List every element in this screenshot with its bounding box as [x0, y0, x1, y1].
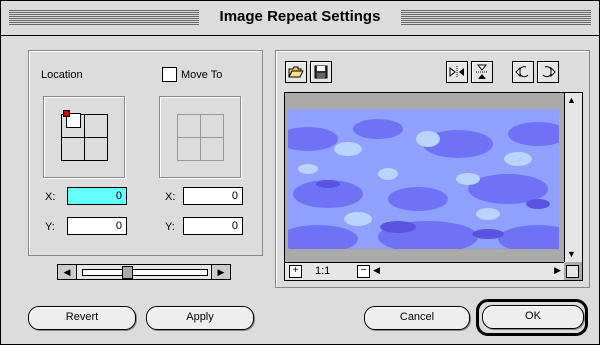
location-anchor-grid[interactable]: [43, 96, 125, 178]
location-x-label: X:: [45, 191, 56, 203]
slider-track[interactable]: [82, 269, 208, 276]
save-disk-icon: [314, 65, 328, 79]
flip-vertical-icon: [476, 64, 488, 79]
rotate-left-icon: [515, 66, 529, 78]
preview-horizontal-scrollbar[interactable]: + 1:1 − ◀ ▶: [285, 262, 564, 280]
location-y-input[interactable]: [67, 217, 127, 235]
location-label: Location: [41, 69, 83, 81]
window-title: Image Repeat Settings: [213, 8, 387, 25]
scroll-left-arrow-icon[interactable]: ◀: [373, 265, 380, 276]
save-button[interactable]: [310, 61, 332, 83]
folder-open-icon: [288, 66, 304, 78]
rotate-left-button[interactable]: [512, 61, 534, 83]
flip-horizontal-button[interactable]: [446, 61, 468, 83]
apply-button[interactable]: Apply: [146, 306, 254, 330]
move-to-x-input[interactable]: [183, 187, 243, 205]
slider-left-arrow-icon[interactable]: ◀: [58, 265, 77, 279]
title-bar[interactable]: Image Repeat Settings: [1, 1, 599, 36]
horizontal-slider[interactable]: ◀ ▶: [57, 264, 231, 280]
zoom-in-button[interactable]: +: [289, 265, 302, 278]
zoom-out-button[interactable]: −: [357, 265, 370, 278]
scroll-right-arrow-icon[interactable]: ▶: [554, 265, 561, 276]
slider-right-arrow-icon[interactable]: ▶: [211, 265, 230, 279]
anchor-cell-tr[interactable]: [84, 114, 108, 138]
location-x-input[interactable]: [67, 187, 127, 205]
preview-image[interactable]: [288, 109, 559, 249]
flip-horizontal-icon: [449, 66, 464, 78]
rotate-right-button[interactable]: [537, 61, 559, 83]
preview-frame: ▲ ▼ + 1:1 − ◀ ▶: [284, 92, 583, 281]
move-to-y-label: Y:: [165, 221, 175, 233]
scroll-down-arrow-icon[interactable]: ▼: [567, 249, 576, 259]
move-to-anchor-grid: [159, 96, 241, 178]
move-to-checkbox[interactable]: [162, 67, 177, 82]
flip-vertical-button[interactable]: [471, 61, 493, 83]
zoom-level: 1:1: [315, 265, 331, 277]
anchor-handle-icon[interactable]: [63, 110, 70, 117]
slider-thumb[interactable]: [122, 266, 134, 279]
moveto-cell-br: [200, 137, 224, 161]
anchor-cell-br[interactable]: [84, 137, 108, 161]
repeat-pattern-image: [288, 109, 559, 249]
move-to-x-label: X:: [165, 191, 176, 203]
moveto-cell-bl: [177, 137, 201, 161]
revert-button[interactable]: Revert: [28, 306, 136, 330]
moveto-cell-tl: [177, 114, 201, 138]
ok-button[interactable]: OK: [482, 305, 584, 329]
location-group: Location Move To X: Y:: [28, 50, 263, 256]
rotate-right-icon: [542, 66, 556, 78]
dialog-window: Image Repeat Settings Location Move To X…: [0, 0, 600, 345]
anchor-cell-bl[interactable]: [61, 137, 85, 161]
cancel-button[interactable]: Cancel: [364, 306, 470, 330]
open-file-button[interactable]: [285, 61, 307, 83]
move-to-label: Move To: [181, 69, 223, 81]
moveto-cell-tr: [200, 114, 224, 138]
preview-vertical-scrollbar[interactable]: ▲ ▼: [564, 93, 582, 262]
resize-corner-icon[interactable]: [566, 265, 579, 278]
move-to-y-input[interactable]: [183, 217, 243, 235]
scroll-up-arrow-icon[interactable]: ▲: [567, 95, 576, 105]
location-y-label: Y:: [45, 221, 55, 233]
